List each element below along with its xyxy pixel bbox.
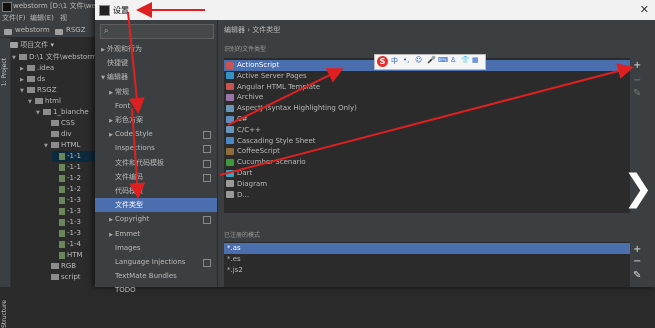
arrow-to-actionscript bbox=[227, 68, 344, 126]
structure-tool-tab[interactable]: Structure bbox=[1, 300, 8, 328]
arrow-to-file-types bbox=[129, 107, 146, 199]
arrow-to-add-button bbox=[219, 63, 634, 176]
settings-nav-label: TODO bbox=[115, 286, 136, 295]
annotation-arrows bbox=[127, 2, 634, 199]
arrow-down-nav bbox=[127, 11, 145, 114]
